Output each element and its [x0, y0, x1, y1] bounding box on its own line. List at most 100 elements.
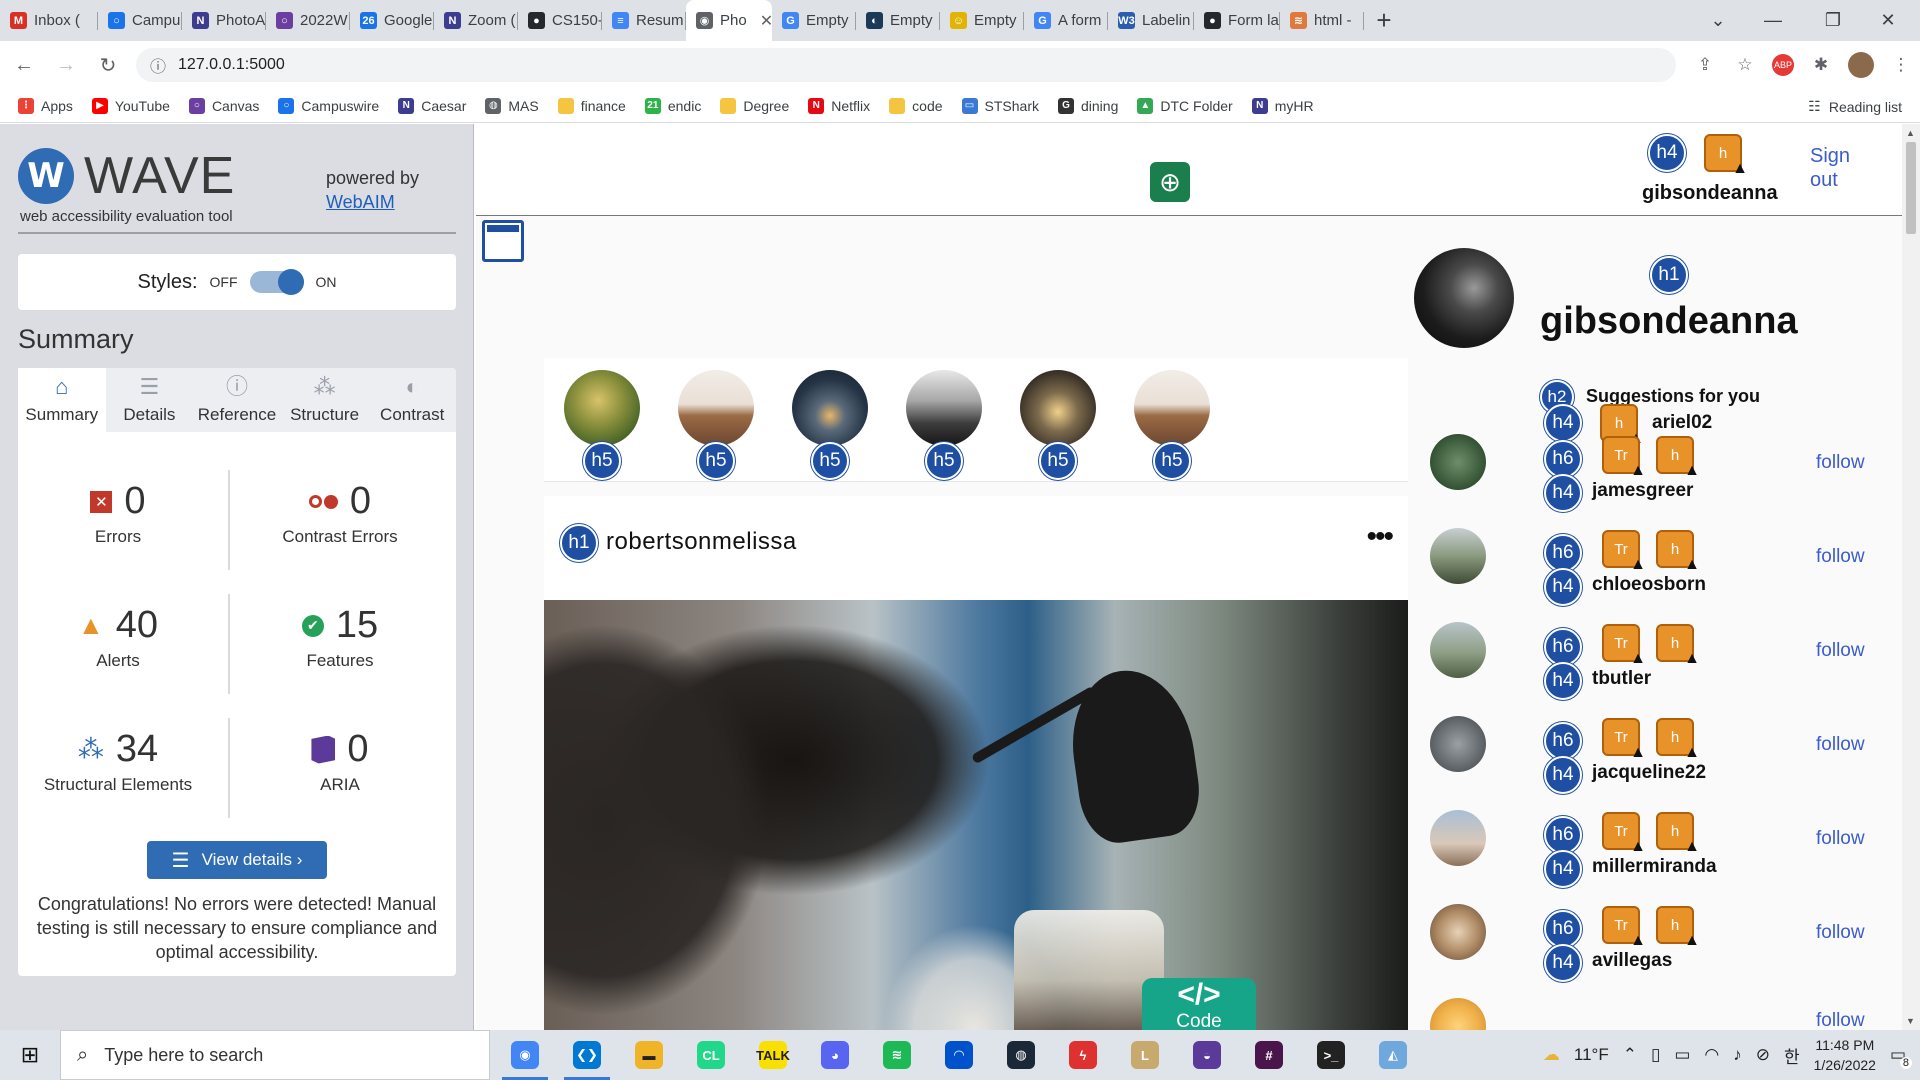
- minimize-icon[interactable]: —: [1745, 0, 1801, 41]
- follow-button[interactable]: follow: [1816, 546, 1865, 568]
- browser-tab[interactable]: ● CS150-: [518, 0, 602, 41]
- tray-chevron-icon[interactable]: ⌃: [1623, 1045, 1637, 1065]
- suggestion-username[interactable]: jamesgreer: [1592, 480, 1693, 502]
- bookmark-item[interactable]: Degree: [720, 97, 789, 114]
- view-details-button[interactable]: ☰ View details ›: [147, 841, 327, 879]
- suggestion-username[interactable]: avillegas: [1592, 950, 1672, 972]
- page-scrollbar[interactable]: ▲ ▼: [1902, 124, 1920, 1030]
- taskbar-app[interactable]: ϟ: [1052, 1030, 1114, 1080]
- webaim-link[interactable]: WebAIM: [326, 190, 419, 214]
- wave-tab-details[interactable]: ☰ Details: [106, 368, 194, 432]
- reload-icon[interactable]: ↻: [90, 47, 126, 83]
- sign-out-link[interactable]: Sign out: [1810, 144, 1864, 192]
- new-tab-icon[interactable]: +: [1364, 0, 1404, 41]
- story-avatar[interactable]: [564, 370, 640, 446]
- bookmark-item[interactable]: NmyHR: [1251, 97, 1314, 114]
- browser-tab[interactable]: G Empty: [772, 0, 856, 41]
- browser-tab[interactable]: W3 Labelin: [1108, 0, 1194, 41]
- follow-button[interactable]: follow: [1816, 1010, 1865, 1030]
- taskbar-app[interactable]: ◕: [804, 1030, 866, 1080]
- story-avatar[interactable]: [906, 370, 982, 446]
- reading-list[interactable]: ☷ Reading list: [1808, 98, 1902, 115]
- browser-tab[interactable]: ≡ Resum: [602, 0, 686, 41]
- scroll-down-icon[interactable]: ▼: [1906, 1016, 1915, 1026]
- story-avatar[interactable]: [1134, 370, 1210, 446]
- story-avatar[interactable]: [792, 370, 868, 446]
- bookmark-item[interactable]: ▶ YouTube: [91, 97, 170, 114]
- bookmark-item[interactable]: code: [889, 97, 943, 114]
- share-icon[interactable]: ⇪: [1692, 52, 1718, 78]
- bookmark-item[interactable]: N Netflix: [808, 97, 870, 114]
- maximize-icon[interactable]: ❐: [1805, 0, 1861, 41]
- taskbar-app[interactable]: ▬: [618, 1030, 680, 1080]
- browser-tab[interactable]: ○ Campu: [98, 0, 182, 41]
- tab-close-icon[interactable]: ✕: [760, 11, 772, 31]
- follow-button[interactable]: follow: [1816, 734, 1865, 756]
- bookmark-item[interactable]: ○ Campuswire: [278, 97, 379, 114]
- suggestion-username[interactable]: chloeosborn: [1592, 574, 1706, 596]
- taskbar-app[interactable]: ◍: [990, 1030, 1052, 1080]
- address-bar[interactable]: ⓘ 127.0.0.1:5000: [136, 48, 1676, 82]
- bookmark-item[interactable]: ▭ STShark: [961, 97, 1039, 114]
- taskbar-app[interactable]: L: [1114, 1030, 1176, 1080]
- browser-tab[interactable]: ≋ html -: [1280, 0, 1364, 41]
- taskbar-app[interactable]: #: [1238, 1030, 1300, 1080]
- browser-tab[interactable]: 26 Google: [350, 0, 434, 41]
- volume-icon[interactable]: ♪: [1733, 1045, 1742, 1065]
- browser-tab[interactable]: G A form: [1024, 0, 1108, 41]
- header-username[interactable]: gibsondeanna: [1642, 182, 1778, 205]
- suggestion-username[interactable]: ariel02: [1652, 412, 1712, 434]
- browser-tab[interactable]: M Inbox (: [0, 0, 98, 41]
- tab-search-icon[interactable]: ⌄: [1690, 0, 1746, 41]
- wave-tab-contrast[interactable]: ◐ Contrast: [368, 368, 456, 432]
- suggestion-avatar[interactable]: [1430, 528, 1486, 584]
- styles-toggle[interactable]: [249, 269, 304, 295]
- suggestion-avatar[interactable]: [1430, 622, 1486, 678]
- battery-icon[interactable]: ▭: [1674, 1045, 1690, 1065]
- wave-tab-summary[interactable]: ⌂ Summary: [18, 368, 106, 432]
- chrome-menu-icon[interactable]: ⋮: [1888, 52, 1914, 78]
- weather-icon[interactable]: ☁: [1543, 1045, 1560, 1065]
- browser-tab[interactable]: ● Form la: [1194, 0, 1280, 41]
- globe-icon[interactable]: ⊕: [1150, 162, 1190, 202]
- wifi-icon[interactable]: ◠: [1704, 1045, 1719, 1065]
- clock[interactable]: 11:48 PM 1/26/2022: [1814, 1035, 1876, 1075]
- scroll-thumb[interactable]: [1906, 142, 1916, 234]
- browser-tab[interactable]: N PhotoA: [182, 0, 266, 41]
- notifications-icon[interactable]: ▭ 8: [1890, 1045, 1912, 1069]
- code-badge[interactable]: </> Code: [1142, 978, 1256, 1030]
- browser-tab[interactable]: ○ 2022W: [266, 0, 350, 41]
- suggestion-username[interactable]: tbutler: [1592, 668, 1651, 690]
- follow-button[interactable]: follow: [1816, 640, 1865, 662]
- bookmark-star-icon[interactable]: ☆: [1732, 52, 1758, 78]
- ime-icon[interactable]: 한: [1784, 1043, 1800, 1068]
- tray-device-icon[interactable]: ▯: [1651, 1045, 1660, 1065]
- suggestion-avatar[interactable]: [1430, 716, 1486, 772]
- bookmark-item[interactable]: 21 endic: [644, 97, 701, 114]
- suggestion-avatar[interactable]: [1430, 998, 1486, 1030]
- bookmark-item[interactable]: ◍ MAS: [485, 97, 539, 114]
- wave-tab-reference[interactable]: ⓘ Reference: [193, 368, 281, 432]
- taskbar-app[interactable]: ◉: [494, 1030, 556, 1080]
- wave-tab-structure[interactable]: ⁂ Structure: [281, 368, 369, 432]
- extensions-icon[interactable]: ✱: [1808, 52, 1834, 78]
- story-avatar[interactable]: [1020, 370, 1096, 446]
- taskbar-search[interactable]: ⌕ Type here to search: [60, 1030, 490, 1080]
- adblock-icon[interactable]: ABP: [1772, 54, 1794, 76]
- taskbar-app[interactable]: ≋: [866, 1030, 928, 1080]
- follow-button[interactable]: follow: [1816, 452, 1865, 474]
- taskbar-app[interactable]: TALK: [742, 1030, 804, 1080]
- browser-tab[interactable]: ◉ Pho ✕: [686, 0, 772, 41]
- suggestion-username[interactable]: millermiranda: [1592, 856, 1717, 878]
- story-avatar[interactable]: [678, 370, 754, 446]
- taskbar-app[interactable]: ◒: [1176, 1030, 1238, 1080]
- taskbar-app[interactable]: >_: [1300, 1030, 1362, 1080]
- forward-icon[interactable]: →: [48, 47, 84, 83]
- bookmark-item[interactable]: ▲ DTC Folder: [1137, 97, 1233, 114]
- mic-mute-icon[interactable]: ⊘: [1756, 1045, 1770, 1065]
- windows-start-icon[interactable]: ⊞: [0, 1030, 60, 1080]
- taskbar-app[interactable]: CL: [680, 1030, 742, 1080]
- back-icon[interactable]: ←: [6, 47, 42, 83]
- suggestion-avatar[interactable]: [1430, 434, 1486, 490]
- taskbar-app[interactable]: ◭: [1362, 1030, 1424, 1080]
